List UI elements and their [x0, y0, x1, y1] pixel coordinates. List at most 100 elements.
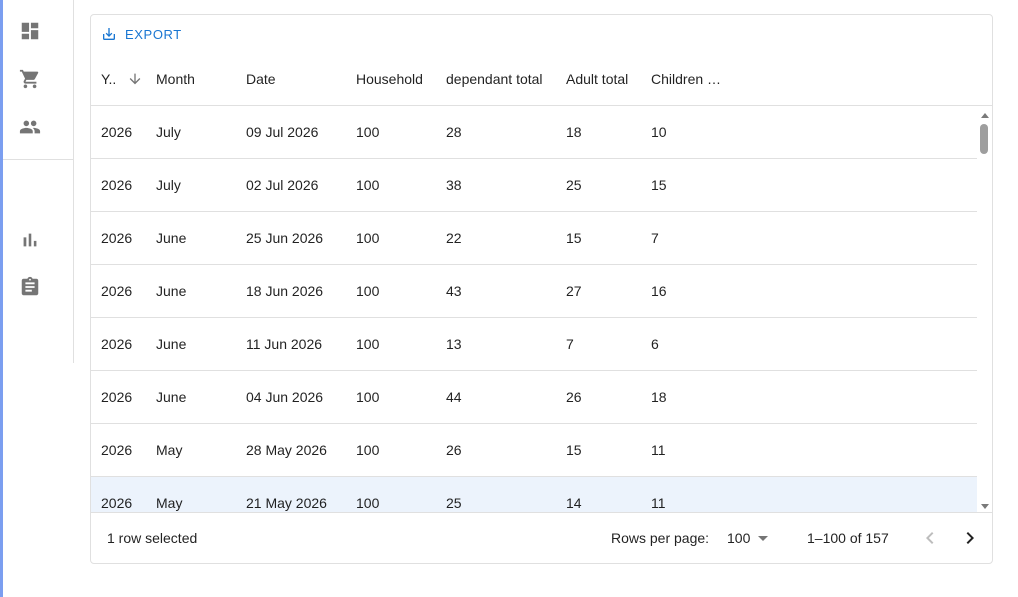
grid-toolbar: EXPORT — [91, 15, 992, 53]
cell-adult-total: 15 — [566, 230, 582, 246]
table-row[interactable]: 2026 July 09 Jul 2026 100 28 18 10 — [91, 106, 977, 159]
cell-children-total: 10 — [651, 124, 667, 140]
cell-year: 2026 — [101, 389, 133, 405]
cell-dependant-total: 43 — [446, 283, 462, 299]
column-header-year[interactable]: Y.. — [101, 53, 129, 105]
cell-month: June — [156, 230, 187, 246]
cell-date: 18 Jun 2026 — [246, 283, 324, 299]
cell-year: 2026 — [101, 283, 133, 299]
table-row[interactable]: 2026 June 11 Jun 2026 100 13 7 6 — [91, 318, 977, 371]
download-icon — [103, 28, 115, 40]
cell-month: June — [156, 336, 187, 352]
cell-children-total: 11 — [651, 442, 666, 458]
rows-per-page-label: Rows per page: — [611, 530, 710, 546]
chevron-left-icon — [926, 532, 934, 544]
cell-year: 2026 — [101, 495, 133, 511]
table-row[interactable]: 2026 June 18 Jun 2026 100 43 27 16 — [91, 265, 977, 318]
cell-adult-total: 26 — [566, 389, 582, 405]
column-header-household[interactable]: Household — [356, 53, 436, 105]
cell-adult-total: 18 — [566, 124, 582, 140]
vertical-scrollbar[interactable] — [977, 106, 992, 512]
cell-date: 09 Jul 2026 — [246, 124, 319, 140]
cell-month: May — [156, 442, 183, 458]
table-row-selected[interactable]: 2026 May 21 May 2026 100 25 14 11 — [91, 477, 977, 512]
cell-year: 2026 — [101, 177, 133, 193]
cell-month: July — [156, 124, 181, 140]
dashboard-icon[interactable] — [19, 20, 41, 42]
scroll-down-arrow-icon[interactable] — [981, 504, 989, 509]
cell-household: 100 — [356, 230, 380, 246]
cell-children-total: 7 — [651, 230, 659, 246]
column-header-dependant-total[interactable]: dependant total — [446, 53, 556, 105]
cell-household: 100 — [356, 283, 380, 299]
cell-dependant-total: 28 — [446, 124, 462, 140]
cell-year: 2026 — [101, 124, 133, 140]
cell-dependant-total: 44 — [446, 389, 462, 405]
dropdown-arrow-icon[interactable] — [758, 536, 768, 541]
sidebar — [3, 0, 74, 363]
cell-household: 100 — [356, 495, 380, 511]
cell-household: 100 — [356, 442, 380, 458]
cell-children-total: 16 — [651, 283, 667, 299]
bar-chart-icon[interactable] — [19, 229, 41, 251]
clipboard-icon[interactable] — [19, 276, 41, 298]
scrollbar-thumb[interactable] — [980, 124, 988, 154]
table-row[interactable]: 2026 July 02 Jul 2026 100 38 25 15 — [91, 159, 977, 212]
cell-adult-total: 25 — [566, 177, 582, 193]
pagination-info: 1–100 of 157 — [807, 530, 889, 546]
cell-household: 100 — [356, 336, 380, 352]
cell-year: 2026 — [101, 230, 133, 246]
selected-row-count: 1 row selected — [107, 530, 198, 546]
table-row[interactable]: 2026 June 25 Jun 2026 100 22 15 7 — [91, 212, 977, 265]
column-header-date[interactable]: Date — [246, 53, 346, 105]
table-row[interactable]: 2026 May 28 May 2026 100 26 15 11 — [91, 424, 977, 477]
scroll-up-arrow-icon[interactable] — [981, 113, 989, 118]
cell-dependant-total: 26 — [446, 442, 462, 458]
cell-date: 25 Jun 2026 — [246, 230, 324, 246]
column-header-children-total[interactable]: Children … — [651, 53, 723, 105]
cell-date: 04 Jun 2026 — [246, 389, 324, 405]
cell-year: 2026 — [101, 442, 133, 458]
cell-month: May — [156, 495, 183, 511]
previous-page-button[interactable] — [918, 526, 942, 550]
cell-adult-total: 14 — [566, 495, 582, 511]
cell-household: 100 — [356, 124, 380, 140]
cell-date: 28 May 2026 — [246, 442, 327, 458]
data-grid: EXPORT Y.. Month Date Household dependan… — [90, 14, 993, 564]
export-button[interactable]: EXPORT — [97, 22, 186, 46]
chevron-right-icon — [966, 532, 974, 544]
cell-month: June — [156, 389, 187, 405]
cell-children-total: 11 — [651, 495, 666, 511]
cell-year: 2026 — [101, 336, 133, 352]
column-header-adult-total[interactable]: Adult total — [566, 53, 641, 105]
cell-month: June — [156, 283, 187, 299]
cell-adult-total: 27 — [566, 283, 582, 299]
cell-month: July — [156, 177, 181, 193]
table-row[interactable]: 2026 June 04 Jun 2026 100 44 26 18 — [91, 371, 977, 424]
arrow-down-icon[interactable] — [127, 71, 143, 87]
cell-dependant-total: 13 — [446, 336, 462, 352]
cell-date: 21 May 2026 — [246, 495, 327, 511]
cell-adult-total: 7 — [566, 336, 574, 352]
column-header-month[interactable]: Month — [156, 53, 236, 105]
grid-footer: 1 row selected Rows per page: 100 1–100 … — [91, 512, 992, 563]
cell-children-total: 6 — [651, 336, 659, 352]
cell-dependant-total: 38 — [446, 177, 462, 193]
next-page-button[interactable] — [958, 526, 982, 550]
cell-dependant-total: 22 — [446, 230, 462, 246]
column-header-row: Y.. Month Date Household dependant total… — [91, 53, 992, 106]
cell-children-total: 15 — [651, 177, 667, 193]
export-label: EXPORT — [125, 26, 182, 42]
cell-date: 11 Jun 2026 — [246, 336, 323, 352]
cell-dependant-total: 25 — [446, 495, 462, 511]
cell-household: 100 — [356, 177, 380, 193]
shopping-cart-icon[interactable] — [19, 68, 41, 90]
rows-per-page-select[interactable]: 100 — [727, 513, 776, 563]
cell-date: 02 Jul 2026 — [246, 177, 319, 193]
cell-household: 100 — [356, 389, 380, 405]
grid-body: 2026 July 09 Jul 2026 100 28 18 10 2026 … — [91, 106, 977, 512]
sidebar-divider — [3, 159, 73, 160]
cell-adult-total: 15 — [566, 442, 582, 458]
cell-children-total: 18 — [651, 389, 667, 405]
people-icon[interactable] — [19, 116, 41, 138]
